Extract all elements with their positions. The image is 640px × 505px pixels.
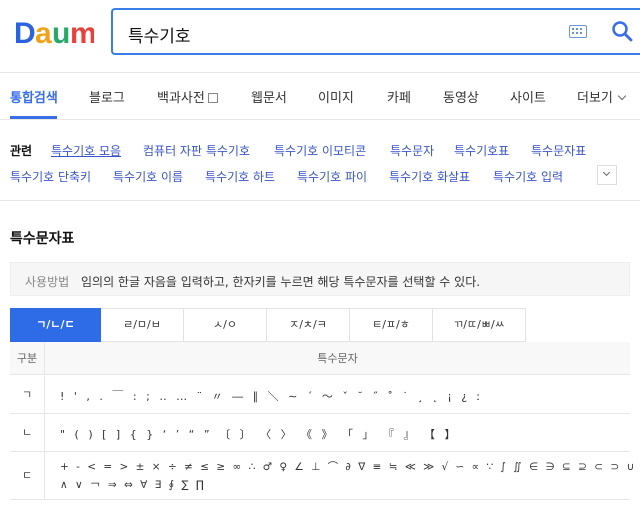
tab-encyclopedia[interactable]: 백과사전 [157, 87, 218, 106]
tab-video[interactable]: 동영상 [443, 87, 479, 106]
related-divider [0, 200, 640, 201]
table-row: ㄷ + - < = > ± × ÷ ≠ ≤ ≥ ∞ ∴ ♂ ♀ ∠ ⊥ ⌒ ∂ … [10, 452, 640, 500]
related-link[interactable]: 특수기호 화살표 [389, 168, 470, 185]
related-link[interactable]: 특수기호 하트 [205, 168, 275, 185]
section-title: 특수문자표 [10, 231, 75, 247]
search-button[interactable] [610, 19, 634, 43]
usage-box: 사용방법 임의의 한글 자음을 입력하고, 한자키를 누르면 해당 특수문자를 … [10, 262, 630, 296]
row-chars-cont[interactable]: ∧ ∨ ￢ ⇒ ⇔ ∀ ∃ ∮ ∑ ∏ [60, 477, 206, 492]
svg-text:m: m [70, 17, 94, 50]
tab-encyclopedia-label: 백과사전 [157, 91, 205, 106]
row-key: ㄴ [10, 414, 45, 451]
usage-label: 사용방법 [25, 275, 70, 289]
header: D a u m 특수기호 [0, 0, 640, 72]
table-row: ㄱ ! ' , . ￣ : ; ‥ … ¨ 〃 ― ∥ ＼ ∼ ´ ～ ˇ ˘ … [10, 376, 630, 414]
tab-more-label: 더보기 [577, 91, 613, 106]
related-link[interactable]: 특수기호 이름 [113, 168, 183, 185]
related-searches: 관련 특수기호 모음 컴퓨터 자판 특수기호 특수기호 이모티콘 특수문자 특수… [0, 130, 640, 190]
header-category: 구분 [10, 342, 45, 375]
related-link[interactable]: 특수기호 입력 [493, 168, 563, 185]
svg-text:D: D [14, 17, 36, 50]
row-chars[interactable]: + - < = > ± × ÷ ≠ ≤ ≥ ∞ ∴ ♂ ♀ ∠ ⊥ ⌒ ∂ ∇ … [60, 459, 640, 474]
related-link[interactable]: 컴퓨터 자판 특수기호 [143, 142, 250, 159]
related-link[interactable]: 특수기호표 [454, 142, 509, 159]
consonant-tab-5[interactable]: ㅌ/ㅍ/ㅎ [350, 308, 433, 342]
svg-text:u: u [52, 17, 70, 50]
related-link[interactable]: 특수문자 [390, 142, 434, 159]
row-chars[interactable]: " ( ) [ ] { } ‘ ’ “ ” 〔 〕 〈 〉 《 》 「 」 『 … [60, 426, 459, 442]
tab-site[interactable]: 사이트 [510, 87, 546, 106]
search-tabs: 통합검색 블로그 백과사전 웹문서 이미지 카페 동영상 사이트 더보기 [0, 73, 640, 119]
header-chars: 특수문자 [317, 352, 358, 365]
consonant-tab-1[interactable]: ㄱ/ㄴ/ㄷ [10, 308, 101, 342]
table-header: 구분 특수문자 [10, 342, 630, 375]
search-input[interactable]: 특수기호 [111, 8, 640, 55]
tab-images[interactable]: 이미지 [318, 87, 354, 106]
tab-blog[interactable]: 블로그 [89, 87, 125, 106]
row-key: ㄷ [10, 452, 45, 499]
related-link[interactable]: 특수기호 단축키 [10, 168, 91, 185]
usage-text: 임의의 한글 자음을 입력하고, 한자키를 누르면 해당 특수문자를 선택할 수… [81, 275, 481, 289]
chevron-down-icon [602, 168, 611, 177]
row-chars[interactable]: ! ' , . ￣ : ; ‥ … ¨ 〃 ― ∥ ＼ ∼ ´ ～ ˇ ˘ ˝ … [60, 388, 483, 404]
consonant-tab-4[interactable]: ㅈ/ㅊ/ㅋ [267, 308, 350, 342]
tab-cafe[interactable]: 카페 [387, 87, 411, 106]
tab-more[interactable]: 더보기 [577, 87, 627, 106]
tab-webdocs[interactable]: 웹문서 [251, 87, 287, 106]
consonant-tab-2[interactable]: ㄹ/ㅁ/ㅂ [101, 308, 184, 342]
consonant-tabs: ㄱ/ㄴ/ㄷ ㄹ/ㅁ/ㅂ ㅅ/ㅇ ㅈ/ㅊ/ㅋ ㅌ/ㅍ/ㅎ ㄲ/ㄸ/ㅃ/ㅆ [10, 308, 630, 342]
chevron-down-icon [617, 91, 627, 101]
daum-logo[interactable]: D a u m [14, 14, 97, 50]
consonant-tab-3[interactable]: ㅅ/ㅇ [184, 308, 267, 342]
related-link[interactable]: 특수기호 이모티콘 [274, 142, 366, 159]
search-query: 특수기호 [128, 27, 191, 47]
keyboard-icon[interactable] [569, 25, 587, 38]
table-row: ㄴ " ( ) [ ] { } ‘ ’ “ ” 〔 〕 〈 〉 《 》 「 」 … [10, 414, 630, 452]
related-link[interactable]: 특수문자표 [531, 142, 586, 159]
svg-text:a: a [35, 17, 52, 50]
consonant-tab-6[interactable]: ㄲ/ㄸ/ㅃ/ㅆ [433, 308, 526, 342]
tab-integrated[interactable]: 통합검색 [10, 87, 58, 106]
related-link[interactable]: 특수기호 파이 [297, 168, 367, 185]
related-label: 관련 [10, 144, 33, 158]
related-link[interactable]: 특수기호 모음 [51, 142, 121, 159]
row-key: ㄱ [10, 376, 45, 413]
tabs-divider [0, 119, 640, 120]
new-window-icon [207, 93, 218, 103]
related-expand-button[interactable] [597, 165, 617, 185]
search-icon [612, 21, 633, 42]
